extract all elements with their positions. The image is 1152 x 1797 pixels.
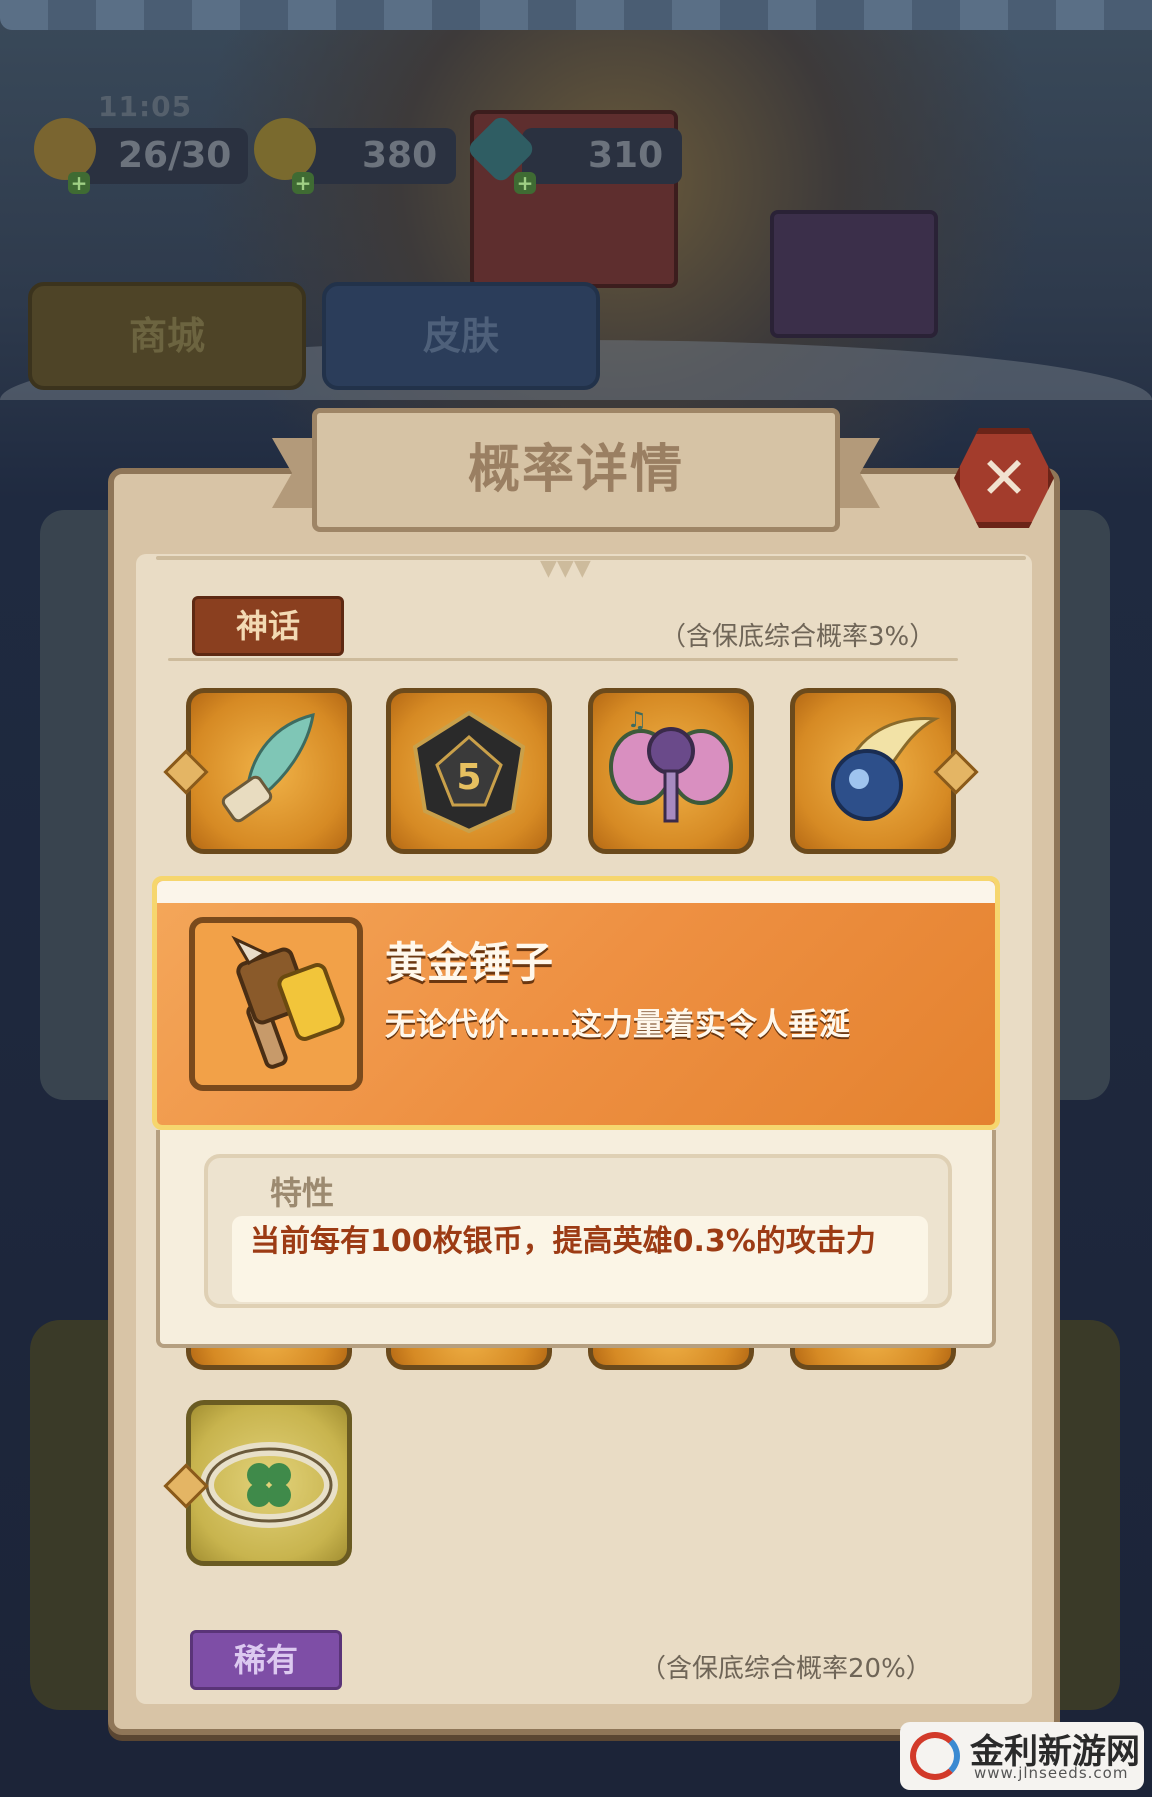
gold-counter: 380: [296, 128, 456, 184]
trait-box: 特性 当前每有100枚银币，提高英雄0.3%的攻击力: [204, 1154, 952, 1308]
energy-value: 26/30: [118, 135, 232, 176]
dice-face-label: 5: [456, 757, 481, 798]
energy-counter: 26/30: [78, 128, 248, 184]
item-slot-feather[interactable]: [186, 688, 352, 854]
gem-add-button[interactable]: +: [514, 172, 536, 194]
winged-orb-icon: [831, 716, 941, 821]
trait-label: 特性: [270, 1174, 335, 1212]
trait-panel: 特性 当前每有100枚银币，提高英雄0.3%的攻击力: [156, 1130, 996, 1348]
butterfly-microphone-icon: ♫: [609, 708, 733, 823]
shop-awning: [0, 0, 1152, 30]
trait-text-container: 当前每有100枚银币，提高英雄0.3%的攻击力: [232, 1216, 928, 1302]
item-slot-clover-ring[interactable]: [186, 1400, 352, 1566]
top-divider: [156, 556, 1026, 560]
item-description: 无论代价……这力量着实令人垂涎: [385, 1007, 850, 1043]
close-icon: ✕: [979, 444, 1029, 512]
dice-icon: 5: [412, 710, 526, 834]
item-name: 黄金锤子: [385, 938, 554, 987]
myth-probability-note: （含保底综合概率3%）: [660, 622, 936, 652]
snow-frost-edge: [157, 881, 995, 903]
rare-probability-note: （含保底综合概率20%）: [640, 1654, 932, 1684]
feather-quill-icon: [221, 712, 315, 823]
svg-text:♫: ♫: [627, 708, 647, 733]
tab-shop[interactable]: 商城: [28, 282, 306, 390]
gift-box: [770, 210, 938, 338]
clock-time: 11:05: [98, 90, 193, 123]
tier-tag-myth: 神话: [192, 596, 344, 656]
energy-add-button[interactable]: +: [68, 172, 90, 194]
detail-icon-frame: [189, 917, 363, 1091]
clover-ring-icon: [200, 1442, 338, 1528]
title-banner: 概率详情: [272, 408, 880, 532]
item-slot-winged-orb[interactable]: [790, 688, 956, 854]
trait-text: 当前每有100枚银币，提高英雄0.3%的攻击力: [250, 1224, 876, 1259]
gold-value: 380: [362, 135, 438, 176]
tier-tag-rare: 稀有: [190, 1630, 342, 1690]
item-detail-card: 黄金锤子 无论代价……这力量着实令人垂涎: [152, 876, 1000, 1130]
item-slot-dice[interactable]: 5: [386, 688, 552, 854]
golden-hammer-icon: [231, 935, 345, 1069]
gem-counter: 310: [522, 128, 682, 184]
site-watermark: 金利新游网 www.jlnseeds.com: [900, 1722, 1144, 1790]
gold-add-button[interactable]: +: [292, 172, 314, 194]
watermark-logo-icon: [910, 1732, 960, 1780]
tab-skin[interactable]: 皮肤: [322, 282, 600, 390]
myth-divider: [168, 658, 958, 661]
gem-value: 310: [588, 135, 664, 176]
watermark-url: www.jlnseeds.com: [974, 1764, 1129, 1782]
divider-ornament: ▼▼▼: [540, 556, 591, 581]
dialog-title: 概率详情: [467, 440, 684, 500]
item-slot-butterfly[interactable]: ♫: [588, 688, 754, 854]
